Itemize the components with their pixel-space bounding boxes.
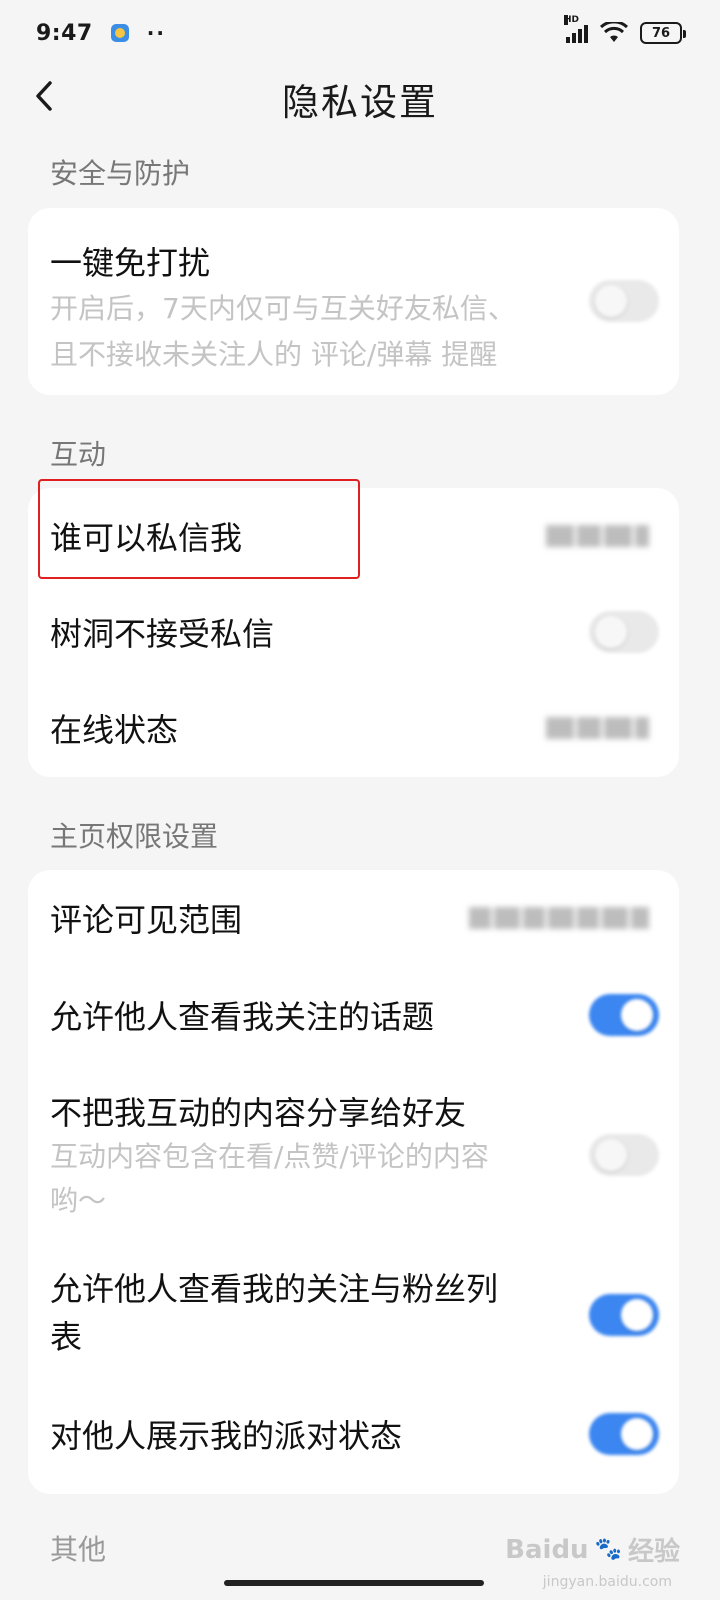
baidu-brand: Baidu [505, 1534, 589, 1565]
more-notifications-icon: ·· [146, 21, 166, 45]
follow-list-toggle[interactable] [589, 1294, 659, 1336]
follow-list-title-line2: 表 [50, 1318, 83, 1356]
party-status-toggle[interactable] [589, 1413, 659, 1455]
page-title: 隐私设置 [282, 81, 438, 124]
paw-icon: 🐾 [594, 1537, 622, 1562]
section-label-other: 其他 [50, 1533, 107, 1566]
wifi-icon [600, 22, 628, 42]
battery-icon: 76 [640, 22, 686, 44]
comment-scope-row[interactable]: 评论可见范围 [28, 870, 679, 966]
dnd-desc-line2: 且不接收未关注人的 评论/弹幕 提醒 [50, 338, 498, 371]
highlight-box [38, 479, 360, 579]
status-time: 9:47 [36, 20, 93, 46]
dnd-row[interactable]: 一键免打扰 开启后，7天内仅可与互关好友私信、 且不接收未关注人的 评论/弹幕 … [28, 208, 679, 395]
dnd-desc-line1: 开启后，7天内仅可与互关好友私信、 [50, 292, 516, 325]
dnd-title: 一键免打扰 [50, 244, 211, 282]
battery-level: 76 [651, 25, 671, 41]
topics-row[interactable]: 允许他人查看我关注的话题 [28, 966, 679, 1064]
topics-toggle[interactable] [589, 994, 659, 1036]
home-indicator[interactable] [224, 1580, 484, 1586]
treehole-title: 树洞不接受私信 [50, 615, 275, 653]
watermark-url: jingyan.baidu.com [542, 1574, 672, 1590]
comment-scope-value [469, 903, 649, 933]
dnd-toggle[interactable] [589, 280, 659, 322]
share-row[interactable]: 不把我互动的内容分享给好友 互动内容包含在看/点赞/评论的内容 哟～ [28, 1064, 679, 1250]
party-status-row[interactable]: 对他人展示我的派对状态 [28, 1378, 679, 1490]
share-title: 不把我互动的内容分享给好友 [50, 1094, 467, 1132]
section-label-security: 安全与防护 [50, 157, 191, 190]
comment-scope-title: 评论可见范围 [50, 901, 243, 939]
online-status-title: 在线状态 [50, 711, 179, 749]
status-bar: 9:47 ·· HD 76 [0, 0, 720, 66]
share-desc-line1: 互动内容包含在看/点赞/评论的内容 [50, 1140, 489, 1173]
security-card: 一键免打扰 开启后，7天内仅可与互关好友私信、 且不接收未关注人的 评论/弹幕 … [28, 208, 679, 395]
baidu-brand-cn: 经验 [627, 1537, 680, 1567]
notification-app-icon [110, 24, 129, 42]
online-status-value [546, 713, 649, 743]
baidu-watermark: Baidu 🐾 经验 [505, 1531, 680, 1568]
online-status-row[interactable]: 在线状态 [28, 680, 679, 776]
share-toggle[interactable] [589, 1134, 659, 1176]
treehole-row[interactable]: 树洞不接受私信 [28, 584, 679, 680]
hd-label: HD [564, 15, 580, 25]
topics-title: 允许他人查看我关注的话题 [50, 998, 435, 1036]
cellular-signal-icon: HD [564, 15, 588, 43]
party-status-title: 对他人展示我的派对状态 [50, 1417, 403, 1455]
homepage-card: 评论可见范围 允许他人查看我关注的话题 不把我互动的内容分享给好友 互动内容包含… [28, 870, 679, 1494]
section-label-interaction: 互动 [50, 438, 107, 471]
share-desc-line2: 哟～ [50, 1184, 107, 1217]
nav-header: 隐私设置 [0, 66, 720, 128]
follow-list-title-line1: 允许他人查看我的关注与粉丝列 [50, 1270, 499, 1308]
follow-list-row[interactable]: 允许他人查看我的关注与粉丝列 表 [28, 1250, 679, 1378]
section-label-homepage: 主页权限设置 [50, 820, 219, 853]
who-can-dm-value [546, 521, 649, 551]
privacy-settings-screen: 9:47 ·· HD 76 隐私设置 安全与防护 一键免打扰 开启后，7天内仅可… [0, 0, 720, 1600]
treehole-toggle[interactable] [589, 611, 659, 653]
